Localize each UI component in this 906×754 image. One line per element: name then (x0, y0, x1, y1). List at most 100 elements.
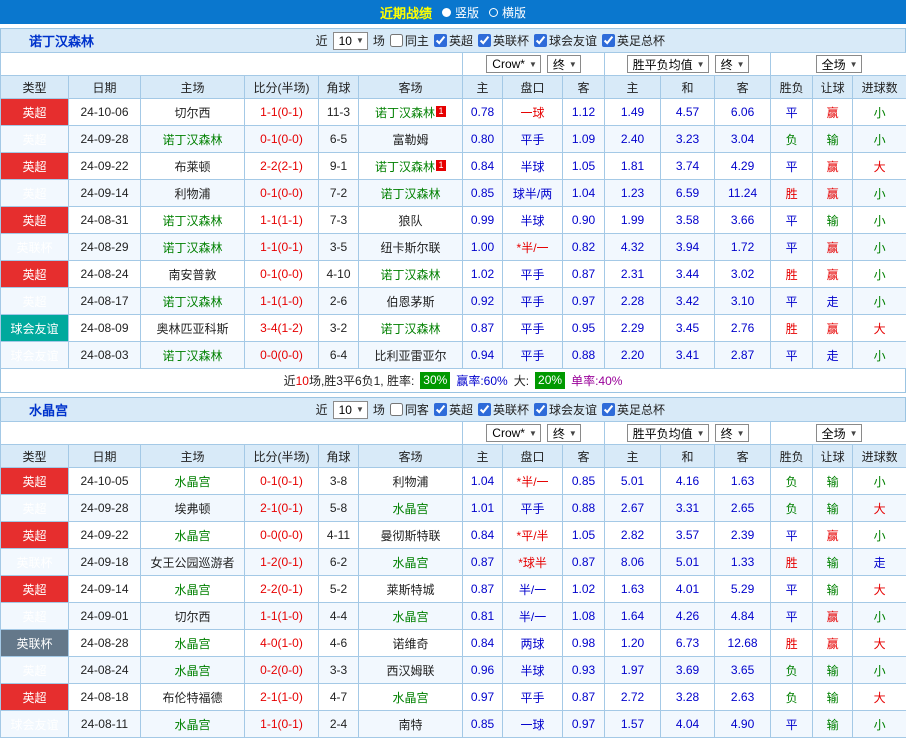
team-name-cell[interactable]: 水晶宫 (357, 683, 464, 711)
comp-checkbox-fa-cup[interactable]: 英足总杯 (601, 401, 665, 418)
team-name-cell[interactable]: 水晶宫 (140, 521, 245, 549)
team-name[interactable]: 水晶宫 (29, 400, 68, 419)
same-venue-input[interactable] (389, 34, 403, 47)
team-name-cell[interactable]: 切尔西 (140, 98, 245, 126)
team-name-cell[interactable]: 诺丁汉森林 (140, 341, 245, 369)
comp-checkbox-premier-league[interactable]: 英超 (433, 401, 473, 418)
team-name-cell[interactable]: 水晶宫 (357, 602, 464, 630)
team-name-cell[interactable]: 布伦特福德 (140, 683, 245, 711)
team-name-cell[interactable]: 富勒姆 (357, 125, 464, 153)
comp-checkbox-friendly[interactable]: 球会友谊 (533, 32, 597, 49)
scope-select[interactable]: 全场 ▼ (815, 55, 862, 73)
euro-away-odds: 11.24 (714, 179, 772, 207)
comp-checkbox-efl-cup[interactable]: 英联杯 (477, 32, 529, 49)
euro-away-odds: 2.76 (714, 314, 772, 342)
match-date: 24-08-11 (68, 710, 141, 738)
team-name-cell[interactable]: 莱斯特城 (357, 575, 464, 603)
result-outcome: 胜 (770, 548, 814, 576)
bookmaker-state-select[interactable]: 终 ▼ (546, 424, 581, 442)
comp-checkbox-premier-league[interactable]: 英超 (433, 32, 473, 49)
match-score: 1-1(1-0) (244, 287, 319, 315)
team-name-cell[interactable]: 利物浦 (357, 467, 464, 495)
team-name-cell[interactable]: 水晶宫 (140, 629, 245, 657)
team-name-cell[interactable]: 女王公园巡游者 (140, 548, 245, 576)
team-name-cell[interactable]: 诺丁汉森林 (357, 314, 464, 342)
euro-odds-select[interactable]: 胜平负均值 ▼ (626, 55, 709, 73)
result-outcome: 胜 (770, 179, 814, 207)
handicap-outcome: 赢 (812, 629, 854, 657)
team-name-cell[interactable]: 诺丁汉森林 (140, 233, 245, 261)
col-handicap-result: 让球 (812, 75, 854, 99)
euro-home-odds: 1.23 (604, 179, 662, 207)
team-name-cell[interactable]: 南特 (357, 710, 464, 738)
radio-vertical-layout[interactable]: 竖版 (441, 4, 479, 21)
team-name-cell[interactable]: 布莱顿 (140, 152, 245, 180)
chevron-down-icon: ▼ (528, 428, 537, 438)
team-name-cell[interactable]: 曼彻斯特联 (357, 521, 464, 549)
team-name-cell[interactable]: 水晶宫 (357, 548, 464, 576)
col-type: 类型 (0, 75, 69, 99)
euro-away-odds: 1.72 (714, 233, 772, 261)
bookmaker-state-select[interactable]: 终 ▼ (546, 55, 581, 73)
big-label: 大: (513, 374, 530, 388)
bookmaker-select[interactable]: Crow* ▼ (486, 55, 541, 73)
near-label: 近 (315, 34, 328, 48)
team-name-cell[interactable]: 狼队 (357, 206, 464, 234)
same-venue-input[interactable] (389, 403, 403, 416)
corner-count: 4-7 (318, 683, 359, 711)
team-name-cell[interactable]: 诺丁汉森林 (357, 179, 464, 207)
team-name-cell[interactable]: 诺丁汉森林 (140, 125, 245, 153)
radio-horizontal-layout[interactable]: 横版 (489, 4, 526, 21)
team-name-cell[interactable]: 水晶宫 (140, 710, 245, 738)
match-date: 24-08-03 (68, 341, 141, 369)
team-name-cell[interactable]: 伯恩茅斯 (357, 287, 464, 315)
team-name-cell[interactable]: 诺维奇 (357, 629, 464, 657)
team-name-cell[interactable]: 诺丁汉森林 1 (357, 98, 464, 126)
team-name: 诺维奇 (392, 636, 429, 651)
team-name-cell[interactable]: 比利亚雷亚尔 (357, 341, 464, 369)
euro-home-odds: 2.82 (604, 521, 662, 549)
asian-away-odds: 1.04 (562, 179, 606, 207)
result-outcome: 负 (770, 125, 814, 153)
scope-select[interactable]: 全场 ▼ (815, 424, 862, 442)
competition-badge: 英联杯 (0, 629, 69, 657)
comp-checkbox-friendly[interactable]: 球会友谊 (533, 401, 597, 418)
competition-badge: 英超 (0, 467, 69, 495)
team-name-cell[interactable]: 奥林匹亚科斯 (140, 314, 245, 342)
euro-state-select[interactable]: 终 ▼ (714, 424, 749, 442)
team-name-cell[interactable]: 水晶宫 (140, 575, 245, 603)
team-name-cell[interactable]: 纽卡斯尔联 (357, 233, 464, 261)
same-venue-checkbox[interactable]: 同客 (389, 401, 429, 418)
comp-checkbox-fa-cup[interactable]: 英足总杯 (601, 32, 665, 49)
match-count-select[interactable]: 10 ▼ (332, 31, 368, 50)
team-name-cell[interactable]: 诺丁汉森林 (140, 206, 245, 234)
same-venue-checkbox[interactable]: 同主 (389, 32, 429, 49)
team-name-cell[interactable]: 切尔西 (140, 602, 245, 630)
team-name-cell[interactable]: 诺丁汉森林 (140, 287, 245, 315)
euro-odds-select[interactable]: 胜平负均值 ▼ (626, 424, 709, 442)
bookmaker-select[interactable]: Crow* ▼ (486, 424, 541, 442)
team-name-cell[interactable]: 埃弗顿 (140, 494, 245, 522)
team-name[interactable]: 诺丁汉森林 (29, 31, 94, 50)
team-name-cell[interactable]: 水晶宫 (140, 467, 245, 495)
handicap-outcome: 走 (812, 341, 854, 369)
competition-badge: 英超 (0, 206, 69, 234)
result-outcome: 负 (770, 683, 814, 711)
match-date: 24-08-29 (68, 233, 141, 261)
match-row: 英超 24-09-14 水晶宫 2-2(0-1) 5-2 莱斯特城 0.87 半/一 1.02 1… (0, 575, 906, 603)
overunder-outcome: 小 (852, 260, 906, 288)
table-header-row: 类型 日期 主场 比分(半场) 角球 客场 主 盘口 客 主 和 客 胜负 让球… (0, 444, 906, 468)
team-name-cell[interactable]: 水晶宫 (357, 494, 464, 522)
euro-home-odds: 8.06 (604, 548, 662, 576)
team-name-cell[interactable]: 诺丁汉森林 (357, 260, 464, 288)
team-name-cell[interactable]: 西汉姆联 (357, 656, 464, 684)
euro-state-select[interactable]: 终 ▼ (714, 55, 749, 73)
team-name-cell[interactable]: 水晶宫 (140, 656, 245, 684)
comp-checkbox-efl-cup[interactable]: 英联杯 (477, 401, 529, 418)
team-name-cell[interactable]: 诺丁汉森林 1 (357, 152, 464, 180)
team-name-cell[interactable]: 南安普敦 (140, 260, 245, 288)
match-count-select[interactable]: 10 ▼ (332, 400, 368, 419)
team-name-cell[interactable]: 利物浦 (140, 179, 245, 207)
euro-draw-odds: 4.57 (660, 98, 716, 126)
match-row: 英超 24-09-22 水晶宫 0-0(0-0) 4-11 曼彻斯特联 0.84 *平/半 1.… (0, 521, 906, 549)
